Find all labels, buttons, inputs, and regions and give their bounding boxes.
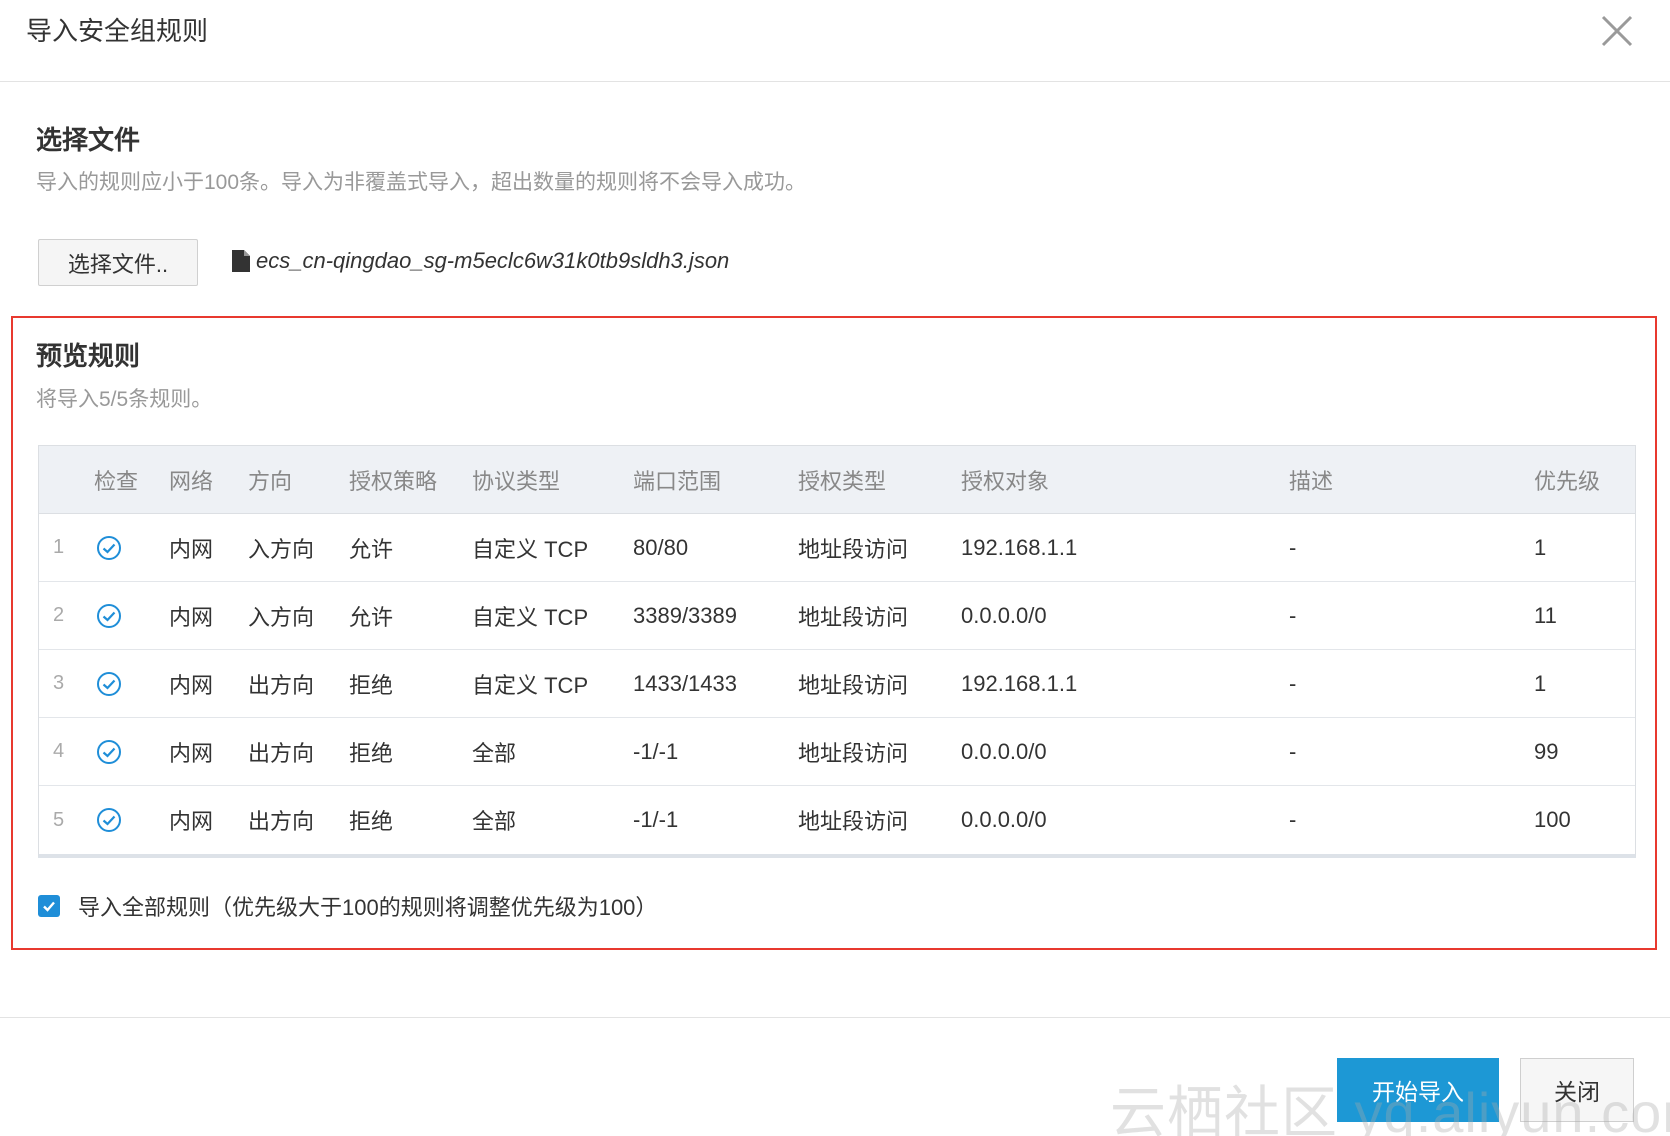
check-circle-icon xyxy=(96,582,122,649)
cell-port: 1433/1433 xyxy=(633,670,737,696)
table-row: 3 内网 出方向 拒绝 自定义 TCP 1433/1433 地址段访问 192.… xyxy=(39,650,1635,718)
column-header-direction: 方向 xyxy=(248,468,293,494)
import-all-checkbox[interactable] xyxy=(38,895,60,917)
cell-auth-object: 0.0.0.0/0 xyxy=(961,738,1047,764)
start-import-button[interactable]: 开始导入 xyxy=(1337,1058,1499,1122)
cell-description: - xyxy=(1289,534,1297,560)
cell-direction: 出方向 xyxy=(248,740,315,766)
column-header-network: 网络 xyxy=(169,468,214,494)
row-index: 2 xyxy=(53,604,65,626)
cell-network: 内网 xyxy=(169,536,214,562)
cell-policy: 允许 xyxy=(349,604,394,630)
footer-divider xyxy=(0,1017,1670,1018)
cell-auth-object: 192.168.1.1 xyxy=(961,534,1078,560)
cell-port: -1/-1 xyxy=(633,738,679,764)
cell-port: 80/80 xyxy=(633,534,689,560)
import-all-label[interactable]: 导入全部规则（优先级大于100的规则将调整优先级为100） xyxy=(78,890,657,922)
cell-auth-object: 0.0.0.0/0 xyxy=(961,602,1047,628)
check-circle-icon xyxy=(96,786,122,854)
preview-description: 将导入5/5条规则。 xyxy=(36,388,213,411)
checkmark-icon xyxy=(43,901,55,912)
cell-network: 内网 xyxy=(169,809,214,834)
column-header-policy: 授权策略 xyxy=(349,468,438,494)
cell-description: - xyxy=(1289,670,1297,696)
cell-priority: 100 xyxy=(1534,807,1571,832)
cell-priority: 1 xyxy=(1534,534,1547,560)
dialog-header: 导入安全组规则 xyxy=(0,0,1670,82)
cell-port: 3389/3389 xyxy=(633,602,737,628)
rules-table: 检查 网络 方向 授权策略 协议类型 端口范围 授权类型 授权对象 描述 优先级… xyxy=(38,445,1636,858)
column-header-auth-object: 授权对象 xyxy=(961,468,1050,494)
column-header-port: 端口范围 xyxy=(633,468,722,494)
check-circle-icon xyxy=(96,650,122,717)
cell-protocol: 全部 xyxy=(472,809,517,834)
cell-auth-object: 192.168.1.1 xyxy=(961,670,1078,696)
row-index: 1 xyxy=(53,536,65,558)
table-row: 5 内网 出方向 拒绝 全部 -1/-1 地址段访问 0.0.0.0/0 - 1… xyxy=(39,786,1635,854)
cell-auth-type: 地址段访问 xyxy=(798,740,909,766)
column-header-protocol: 协议类型 xyxy=(472,468,561,494)
file-name: ecs_cn-qingdao_sg-m5eclc6w31k0tb9sldh3.j… xyxy=(256,248,730,273)
import-rules-dialog: 导入安全组规则 选择文件 导入的规则应小于100条。导入为非覆盖式导入，超出数量… xyxy=(0,0,1670,1136)
table-row: 4 内网 出方向 拒绝 全部 -1/-1 地址段访问 0.0.0.0/0 - 9… xyxy=(39,718,1635,786)
cell-direction: 入方向 xyxy=(248,604,315,630)
cell-protocol: 自定义 TCP xyxy=(472,672,589,698)
cell-priority: 99 xyxy=(1534,738,1559,764)
cell-direction: 入方向 xyxy=(248,536,315,562)
preview-title: 预览规则 xyxy=(36,341,141,371)
cell-description: - xyxy=(1289,807,1297,832)
cell-description: - xyxy=(1289,602,1297,628)
close-button[interactable]: 关闭 xyxy=(1520,1058,1634,1122)
column-header-priority: 优先级 xyxy=(1534,468,1601,494)
cell-direction: 出方向 xyxy=(248,809,315,834)
column-header-description: 描述 xyxy=(1289,468,1334,494)
row-index: 5 xyxy=(53,808,65,831)
row-index: 4 xyxy=(53,740,65,762)
check-circle-icon xyxy=(96,718,122,785)
cell-direction: 出方向 xyxy=(248,672,315,698)
cell-auth-type: 地址段访问 xyxy=(798,604,909,630)
cell-auth-type: 地址段访问 xyxy=(798,536,909,562)
row-index: 3 xyxy=(53,672,65,694)
cell-auth-type: 地址段访问 xyxy=(798,809,909,834)
cell-auth-type: 地址段访问 xyxy=(798,672,909,698)
cell-policy: 拒绝 xyxy=(349,672,394,698)
import-all-option[interactable]: 导入全部规则（优先级大于100的规则将调整优先级为100） xyxy=(38,889,657,923)
choose-file-button[interactable]: 选择文件.. xyxy=(38,239,198,286)
cell-auth-object: 0.0.0.0/0 xyxy=(961,807,1047,832)
column-header-auth-type: 授权类型 xyxy=(798,468,887,494)
cell-network: 内网 xyxy=(169,740,214,766)
table-header: 检查 网络 方向 授权策略 协议类型 端口范围 授权类型 授权对象 描述 优先级 xyxy=(39,446,1635,514)
cell-protocol: 自定义 TCP xyxy=(472,604,589,630)
cell-network: 内网 xyxy=(169,672,214,698)
close-icon[interactable] xyxy=(1600,14,1634,48)
cell-priority: 1 xyxy=(1534,670,1547,696)
dialog-title: 导入安全组规则 xyxy=(26,16,209,46)
select-file-title: 选择文件 xyxy=(36,125,141,155)
select-file-description: 导入的规则应小于100条。导入为非覆盖式导入，超出数量的规则将不会导入成功。 xyxy=(36,171,807,194)
cell-network: 内网 xyxy=(169,604,214,630)
table-row: 2 内网 入方向 允许 自定义 TCP 3389/3389 地址段访问 0.0.… xyxy=(39,582,1635,650)
column-header-check: 检查 xyxy=(94,468,139,494)
cell-description: - xyxy=(1289,738,1297,764)
cell-port: -1/-1 xyxy=(633,807,679,832)
cell-priority: 11 xyxy=(1534,602,1557,628)
file-icon xyxy=(232,250,250,272)
cell-policy: 允许 xyxy=(349,536,394,562)
cell-policy: 拒绝 xyxy=(349,740,394,766)
table-row: 1 内网 入方向 允许 自定义 TCP 80/80 地址段访问 192.168.… xyxy=(39,514,1635,582)
cell-protocol: 自定义 TCP xyxy=(472,536,589,562)
check-circle-icon xyxy=(96,514,122,581)
selected-file: ecs_cn-qingdao_sg-m5eclc6w31k0tb9sldh3.j… xyxy=(232,244,729,278)
cell-policy: 拒绝 xyxy=(349,809,394,834)
cell-protocol: 全部 xyxy=(472,740,517,766)
